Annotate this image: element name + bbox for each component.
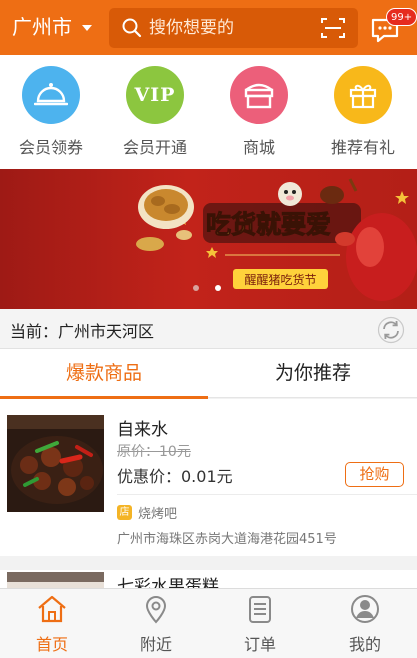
quick-entry-label: 会员领券 [18, 138, 83, 157]
scan-icon[interactable] [320, 16, 346, 40]
nav-label: 附近 [139, 635, 172, 654]
promo-banner[interactable]: 吃货就要爱 醒醒猪吃货节 [0, 169, 417, 309]
tab-recommended[interactable]: 为你推荐 [209, 349, 417, 398]
product-name: 七彩水果蛋糕 [117, 577, 219, 588]
search-bar[interactable] [109, 8, 358, 48]
carousel-dot-active[interactable] [215, 285, 221, 291]
message-count-badge: 99+ [386, 8, 417, 26]
shop-name: 烧烤吧 [138, 507, 178, 522]
quick-entry-label: 会员开通 [122, 138, 187, 157]
quick-entry-member-open[interactable]: VIP 会员开通 [110, 66, 200, 158]
order-list-icon [249, 596, 271, 623]
current-location: 当前：广州市天河区 [10, 322, 155, 341]
banner-headline: 吃货就要爱 [206, 210, 331, 239]
carousel-dot[interactable] [193, 285, 199, 291]
product-list: 自来水 原价：10元 优惠价：0.01元 抢购 店 烧烤吧 广州市海珠区赤岗大道… [0, 399, 417, 588]
banner-tagline: 醒醒猪吃货节 [244, 272, 316, 287]
profile-icon [351, 595, 379, 623]
city-label: 广州市 [12, 15, 72, 39]
quick-entry-referral-gift[interactable]: 推荐有礼 [318, 66, 408, 158]
original-price: 原价：10元 [117, 444, 191, 460]
caret-down-icon [82, 25, 92, 31]
nav-label: 我的 [348, 635, 381, 654]
nav-nearby[interactable]: 附近 [104, 593, 208, 655]
location-pin-icon [145, 596, 167, 624]
product-tabs: 爆款商品 为你推荐 [0, 349, 417, 399]
nut-decoration [136, 237, 164, 251]
search-icon [122, 18, 142, 38]
divider [117, 494, 417, 495]
discount-price: 优惠价：0.01元 [117, 467, 233, 486]
message-button[interactable]: 99+ [367, 8, 417, 48]
nav-home[interactable]: 首页 [0, 593, 104, 655]
cloche-icon [22, 66, 80, 124]
quick-entry-label: 商城 [242, 138, 275, 157]
bottom-nav: 首页 附近 订单 我的 [0, 588, 417, 658]
nav-label: 首页 [35, 635, 68, 654]
product-image [7, 572, 104, 588]
pig-mascot [278, 182, 302, 206]
top-bar: 广州市 99+ [0, 0, 417, 55]
shop-address: 广州市海珠区赤岗大道海港花园451号 [117, 532, 337, 547]
quick-entry-member-coupon[interactable]: 会员领券 [6, 66, 96, 158]
search-input[interactable] [149, 14, 309, 42]
product-name: 自来水 [117, 420, 168, 440]
star-decoration [206, 247, 218, 258]
quick-entry-label: 推荐有礼 [330, 138, 395, 157]
tab-hot-products[interactable]: 爆款商品 [0, 349, 208, 399]
gift-icon [334, 66, 392, 124]
location-bar: 当前：广州市天河区 [0, 309, 417, 349]
vip-icon: VIP [126, 66, 184, 124]
nav-profile[interactable]: 我的 [313, 593, 417, 655]
quick-entry-store[interactable]: 商城 [214, 66, 304, 158]
home-icon [38, 595, 66, 623]
product-image [7, 415, 104, 512]
city-selector[interactable]: 广州市 [12, 13, 92, 41]
nav-orders[interactable]: 订单 [208, 593, 312, 655]
vip-icon-text: VIP [134, 84, 176, 106]
nav-label: 订单 [243, 635, 276, 654]
store-icon [230, 66, 288, 124]
list-separator [0, 556, 417, 570]
buy-button[interactable]: 抢购 [345, 462, 404, 487]
quick-entry-grid: 会员领券 VIP 会员开通 商城 推荐有礼 [0, 55, 417, 169]
banner-artwork: 吃货就要爱 醒醒猪吃货节 [136, 178, 417, 301]
star-decoration [395, 191, 409, 204]
shop-icon: 店 [117, 505, 132, 520]
refresh-icon[interactable] [377, 316, 405, 344]
